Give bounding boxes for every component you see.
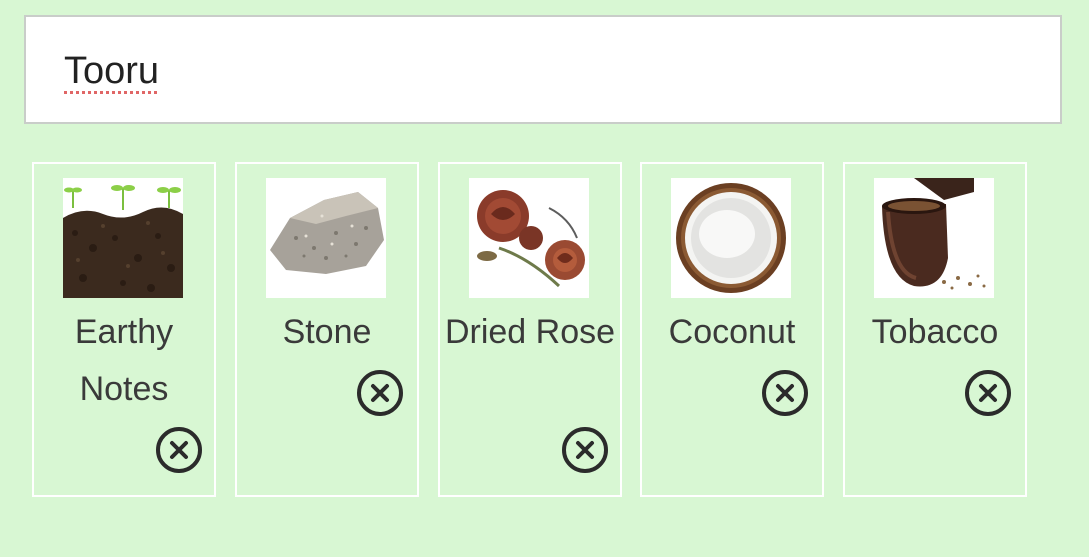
soil-seedlings-image <box>63 178 183 298</box>
note-card-stone: Stone <box>235 162 419 497</box>
note-label: Coconut <box>668 313 796 351</box>
close-circle-icon[interactable] <box>561 426 609 474</box>
note-label: Dried Rose <box>444 313 616 351</box>
note-card-dried-rose: Dried Rose <box>438 162 622 497</box>
tobacco-pipe-image <box>874 178 994 298</box>
note-card-earthy-notes: Earthy Notes <box>32 162 216 497</box>
note-label: Stone <box>282 313 372 351</box>
search-input[interactable]: Tooru <box>24 15 1062 124</box>
close-circle-icon[interactable] <box>761 369 809 417</box>
close-circle-icon[interactable] <box>155 426 203 474</box>
note-label: Earthy Notes <box>74 313 174 408</box>
note-card-coconut: Coconut <box>640 162 824 497</box>
search-input-value: Tooru <box>64 50 160 92</box>
stone-image <box>266 178 386 298</box>
note-label: Tobacco <box>871 313 999 351</box>
note-card-tobacco: Tobacco <box>843 162 1027 497</box>
close-circle-icon[interactable] <box>356 369 404 417</box>
dried-rose-image <box>469 178 589 298</box>
coconut-image <box>671 178 791 298</box>
close-circle-icon[interactable] <box>964 369 1012 417</box>
